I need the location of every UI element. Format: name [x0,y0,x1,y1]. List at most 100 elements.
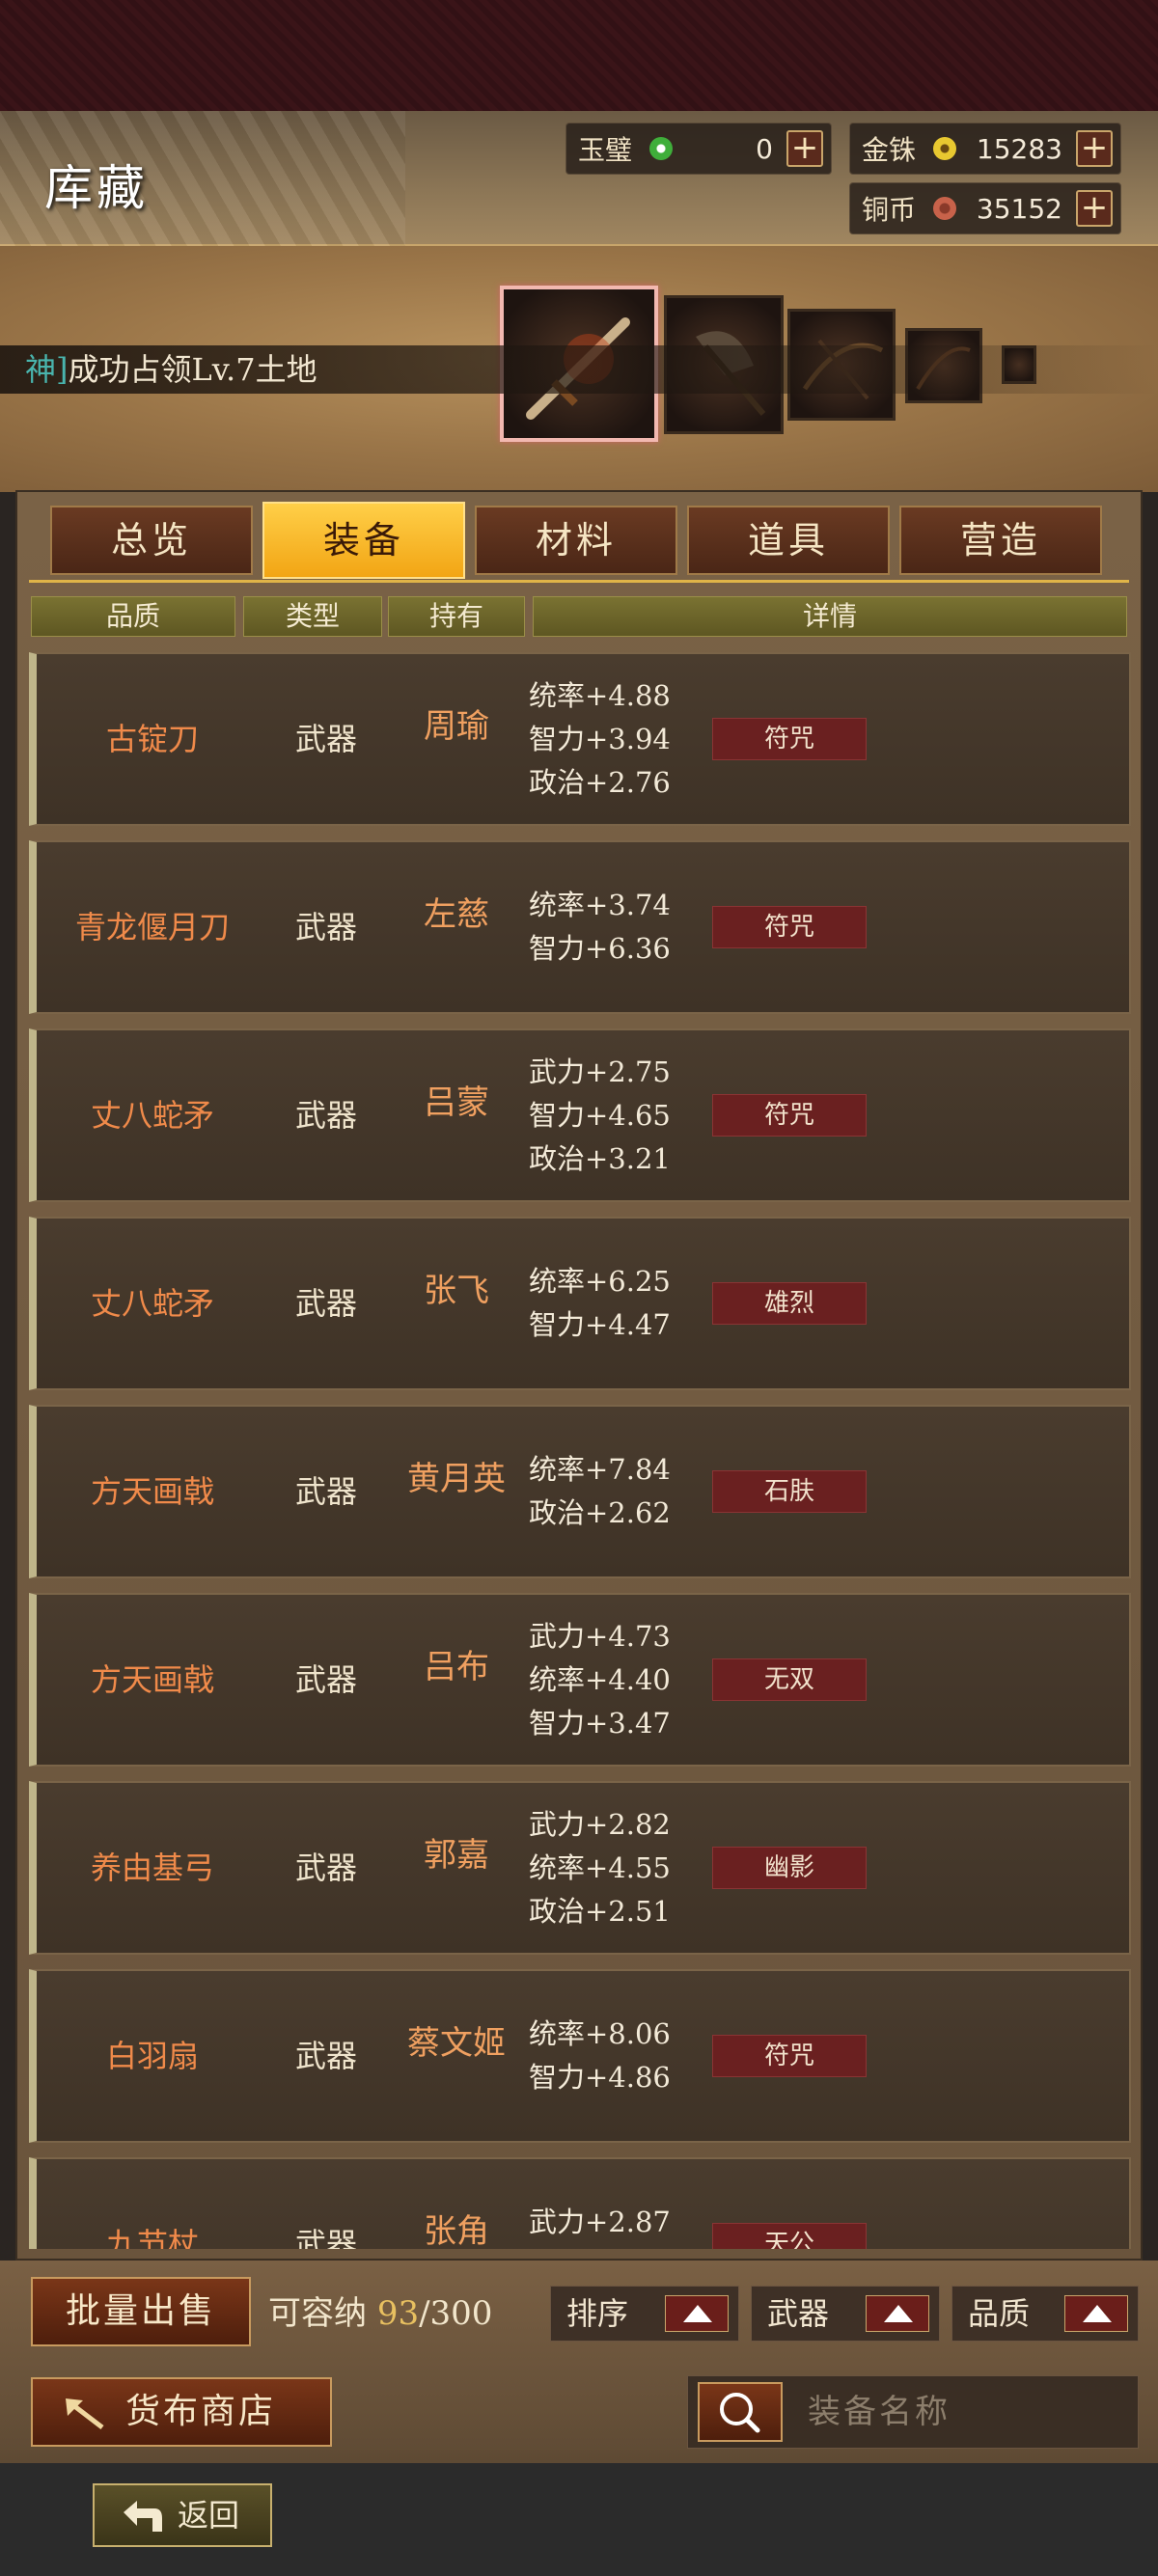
currency-value: 0 [756,132,773,165]
currency-label: 玉璧 [578,134,633,166]
broadcast-prefix: 神] [25,351,69,388]
stat-line: 统率+3.74 [529,889,671,921]
equipment-stats: 统率+6.25 智力+4.47 [529,1219,722,1388]
broadcast-text: 成功占领Lv.7土地 [68,351,317,388]
equipment-owner: 黄月英 [407,1460,506,1498]
tab-construction[interactable]: 营造 [899,506,1102,575]
equipment-stats: 统率+7.84 政治+2.62 [529,1407,722,1576]
currency-gold: 金铢 15283 + [849,123,1121,175]
capacity-total: /300 [419,2294,493,2333]
skill-tag: 雄烈 [712,1282,867,1325]
back-arrow-icon [124,2501,162,2532]
tab-equipment[interactable]: 装备 [262,502,465,579]
equipment-name: 青龙偃月刀 [74,909,230,945]
equipment-owner: 张飞 [424,1272,489,1310]
equipment-type: 武器 [294,909,357,945]
filter-label: 武器 [767,2295,830,2332]
equipment-row[interactable]: 养由基弓 武器 郭嘉 武力+2.82 统率+4.55 政治+2.51 幽影 [29,1781,1131,1955]
equipment-name: 丈八蛇矛 [90,1097,214,1134]
tab-overview[interactable]: 总览 [50,506,253,575]
type-filter[interactable]: 武器 [751,2286,940,2342]
page-title: 库藏 [44,160,149,216]
equipment-stats: 统率+4.88 智力+3.94 政治+2.76 [529,654,722,824]
stat-line: 政治+2.76 [529,765,671,799]
stat-line: 统率+6.25 [529,1265,671,1298]
add-gold-button[interactable]: + [1076,130,1113,167]
arrow-up-icon[interactable] [1064,2295,1128,2332]
back-button[interactable]: 返回 [93,2483,272,2547]
column-header-owner[interactable]: 持有 [388,596,525,637]
equipment-list[interactable]: 古锭刀 武器 周瑜 统率+4.88 智力+3.94 政治+2.76 符咒 青龙偃月刀 武器 左慈统… [29,652,1131,2249]
currency-shop-button[interactable]: 货布商店 [31,2377,332,2447]
equipment-type: 武器 [294,1661,357,1698]
currency-label: 金铢 [862,134,917,166]
currency-copper: 铜币 35152 + [849,182,1121,234]
equipment-name: 九节杖 [105,2226,199,2249]
quality-filter[interactable]: 品质 [951,2286,1139,2342]
equipment-row[interactable]: 白羽扇 武器 蔡文姬 统率+8.06 智力+4.86 符咒 [29,1969,1131,2143]
equipment-row[interactable]: 方天画戟 武器 吕布 武力+4.73 统率+4.40 智力+3.47 无双 [29,1593,1131,1767]
tab-items[interactable]: 道具 [687,506,890,575]
equipment-stats: 武力+4.73 统率+4.40 智力+3.47 [529,1595,722,1765]
currency-label: 铜币 [862,194,917,226]
currency-value: 35152 [976,192,1062,225]
search-box[interactable]: 装备名称 [687,2375,1139,2449]
add-copper-button[interactable]: + [1076,190,1113,227]
equipment-name: 古锭刀 [105,721,199,757]
tab-materials[interactable]: 材料 [475,506,677,575]
equipment-row[interactable]: 丈八蛇矛 武器 张飞 统率+6.25 智力+4.47 雄烈 [29,1217,1131,1390]
stat-line: 武力+2.75 [529,1055,671,1088]
equipment-row[interactable]: 古锭刀 武器 周瑜 统率+4.88 智力+3.94 政治+2.76 符咒 [29,652,1131,826]
equipment-owner: 周瑜 [424,707,489,746]
equipment-row[interactable]: 九节杖 武器 张角 武力+2.87 统率+4.36天公 [29,2157,1131,2249]
stat-line: 统率+4.88 [529,678,671,712]
capacity-used: 93 [376,2294,420,2333]
filter-label: 排序 [566,2295,629,2332]
capacity-indicator: 可容纳 93/300 [268,2287,492,2334]
bulk-sell-button[interactable]: 批量出售 [31,2277,251,2346]
stat-line: 统率+4.55 [529,1850,671,1884]
equipment-type: 武器 [294,721,357,757]
add-jade-button[interactable]: + [786,130,823,167]
stat-line: 统率+4.40 [529,1662,671,1696]
header: 库藏 玉璧 0 + 金铢 15283 + 铜币 35152 + [0,111,1158,246]
column-header-details[interactable]: 详情 [533,596,1127,637]
equipment-type: 武器 [294,2226,357,2249]
arrow-icon [66,2398,104,2429]
stat-line: 统率+8.06 [529,2017,671,2050]
arrow-up-icon[interactable] [665,2295,729,2332]
search-input[interactable]: 装备名称 [808,2376,951,2448]
stat-line: 智力+6.36 [529,932,671,965]
skill-tag: 符咒 [712,2035,867,2077]
stat-line: 智力+3.47 [529,1706,671,1740]
search-button[interactable] [698,2382,783,2442]
stat-line: 政治+3.21 [529,1141,671,1175]
equipment-row[interactable]: 丈八蛇矛 武器 吕蒙 武力+2.75 智力+4.65 政治+3.21 符咒 [29,1028,1131,1202]
equipment-stats: 统率+3.74 智力+6.36 [529,842,722,1012]
broadcast-message: 神]成功占领Lv.7土地 [0,345,1158,394]
stat-line: 武力+2.82 [529,1807,671,1841]
column-header-quality[interactable]: 品质 [31,596,235,637]
stat-line: 智力+4.65 [529,1098,671,1132]
stat-line: 武力+4.73 [529,1619,671,1653]
equipment-type: 武器 [294,1473,357,1510]
gold-coin-icon [933,137,956,160]
equipment-owner: 郭嘉 [424,1836,489,1875]
column-header-type[interactable]: 类型 [243,596,382,637]
arrow-up-icon[interactable] [866,2295,929,2332]
skill-tag: 符咒 [712,906,867,948]
equipment-stats: 武力+2.82 统率+4.55 政治+2.51 [529,1783,722,1953]
skill-tag: 天公 [712,2223,867,2249]
equipment-type: 武器 [294,1285,357,1322]
sort-filter[interactable]: 排序 [550,2286,739,2342]
tab-divider [29,580,1129,583]
top-decor-bar [0,0,1158,111]
skill-tag: 符咒 [712,718,867,760]
skill-tag: 无双 [712,1658,867,1701]
equipment-stats: 武力+2.75 智力+4.65 政治+3.21 [529,1030,722,1200]
equipment-row[interactable]: 青龙偃月刀 武器 左慈 统率+3.74 智力+6.36 符咒 [29,840,1131,1014]
equipment-stats: 统率+8.06 智力+4.86 [529,1971,722,2141]
equipment-type: 武器 [294,1097,357,1134]
equipment-row[interactable]: 方天画戟 武器 黄月英 统率+7.84 政治+2.62 石肤 [29,1405,1131,1578]
copper-coin-icon [933,197,956,220]
